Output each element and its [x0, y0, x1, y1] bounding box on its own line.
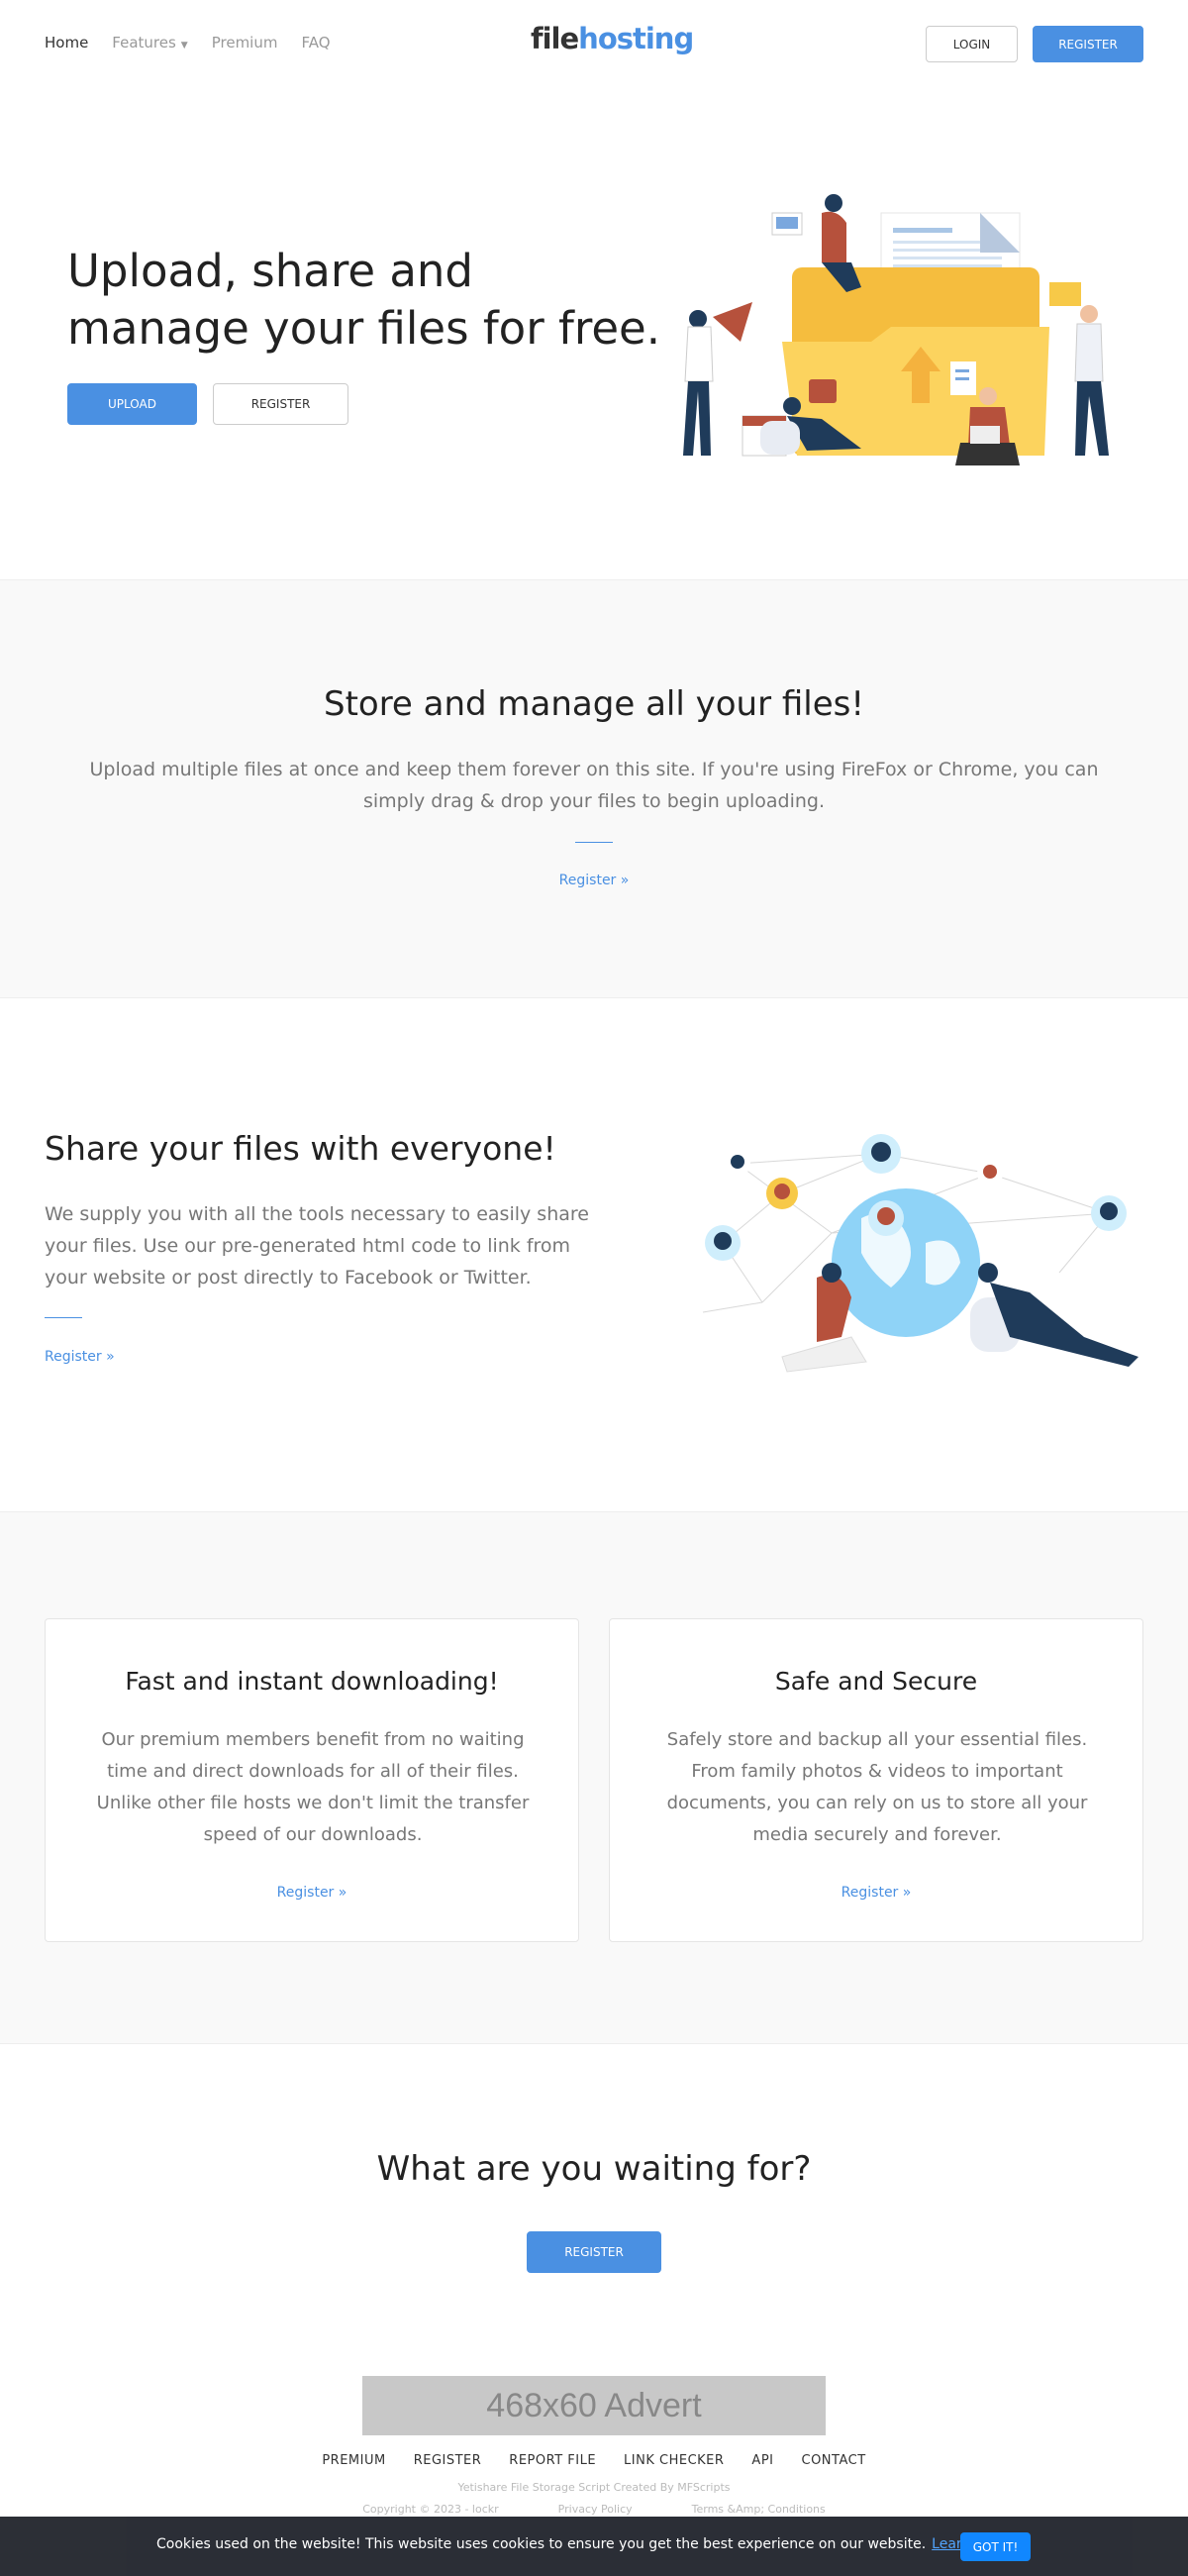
nav-premium[interactable]: Premium: [212, 34, 278, 52]
feature-text: Safely store and backup all your essenti…: [666, 1729, 1088, 1845]
feature-card: Fast and instant downloading! Our premiu…: [45, 1618, 579, 1942]
divider: [575, 842, 613, 843]
cta-title: What are you waiting for?: [376, 2149, 812, 2189]
store-section: Store and manage all your files! Upload …: [0, 579, 1188, 998]
footer-link-api[interactable]: API: [738, 2449, 787, 2472]
divider: [45, 1317, 82, 1318]
hero-title-line-1: Upload, share and: [67, 245, 473, 297]
footer-links: PREMIUM REGISTER REPORT FILE LINK CHECKE…: [0, 2449, 1188, 2472]
nav-home[interactable]: Home: [45, 34, 88, 52]
privacy-policy-link[interactable]: Privacy Policy: [558, 2503, 633, 2516]
footer-link-link-checker[interactable]: LINK CHECKER: [610, 2449, 738, 2472]
logo-part-2: hosting: [578, 22, 694, 55]
store-title: Store and manage all your files!: [323, 684, 864, 724]
footer-link-premium[interactable]: PREMIUM: [308, 2449, 399, 2472]
register-button[interactable]: REGISTER: [1033, 26, 1143, 62]
nav-features-label: Features: [112, 34, 176, 52]
nav-faq[interactable]: FAQ: [301, 34, 330, 52]
hero-title: Upload, share and manage your files for f…: [67, 243, 660, 358]
site-logo[interactable]: filehosting: [531, 22, 694, 55]
copyright-line: Copyright © 2023 - lockr Privacy Policy …: [0, 2503, 1188, 2516]
cta-register-button[interactable]: REGISTER: [527, 2231, 661, 2273]
footer-link-register[interactable]: REGISTER: [400, 2449, 496, 2472]
share-text: We supply you with all the tools necessa…: [45, 1203, 589, 1288]
feature-register-link[interactable]: Register »: [46, 1885, 578, 1901]
advert-banner[interactable]: 468x60 Advert: [362, 2376, 826, 2435]
store-register-link[interactable]: Register »: [0, 873, 1188, 888]
nav-features[interactable]: Features ▼: [112, 34, 187, 52]
main-nav: Home Features ▼ Premium FAQ: [45, 34, 331, 52]
footer-credit: Yetishare File Storage Script Created By…: [457, 2481, 731, 2494]
chevron-down-icon: ▼: [180, 41, 188, 51]
share-register-link[interactable]: Register »: [45, 1349, 115, 1365]
feature-title: Safe and Secure: [774, 1667, 978, 1696]
upload-button[interactable]: UPLOAD: [67, 383, 197, 425]
cookie-message: Cookies used on the website! This websit…: [156, 2536, 1011, 2552]
feature-register-link[interactable]: Register »: [610, 1885, 1142, 1901]
terms-link[interactable]: Terms &Amp; Conditions: [692, 2503, 826, 2516]
hero-title-line-2: manage your files for free.: [67, 302, 661, 355]
login-button[interactable]: LOGIN: [926, 26, 1018, 62]
copyright-text: Copyright © 2023 - lockr: [362, 2503, 499, 2516]
feature-title: Fast and instant downloading!: [125, 1667, 499, 1696]
hero-register-button[interactable]: REGISTER: [213, 383, 348, 425]
cookie-accept-button[interactable]: GOT IT!: [960, 2532, 1031, 2561]
file-folder-illustration: [683, 194, 1109, 465]
store-text: Upload multiple files at once and keep t…: [89, 759, 1099, 812]
site-header: Home Features ▼ Premium FAQ filehosting L…: [0, 0, 1188, 87]
share-title: Share your files with everyone!: [45, 1129, 556, 1168]
global-network-illustration: [702, 1134, 1138, 1373]
feature-card: Safe and Secure Safely store and backup …: [609, 1618, 1143, 1942]
logo-part-1: file: [531, 22, 579, 55]
footer-link-report-file[interactable]: REPORT FILE: [495, 2449, 610, 2472]
feature-text: Our premium members benefit from no wait…: [96, 1729, 530, 1845]
cookie-banner: Cookies used on the website! This websit…: [0, 2517, 1188, 2576]
footer-link-contact[interactable]: CONTACT: [788, 2449, 880, 2472]
features-section: Fast and instant downloading! Our premiu…: [0, 1511, 1188, 2044]
cookie-text: Cookies used on the website! This websit…: [156, 2536, 927, 2552]
